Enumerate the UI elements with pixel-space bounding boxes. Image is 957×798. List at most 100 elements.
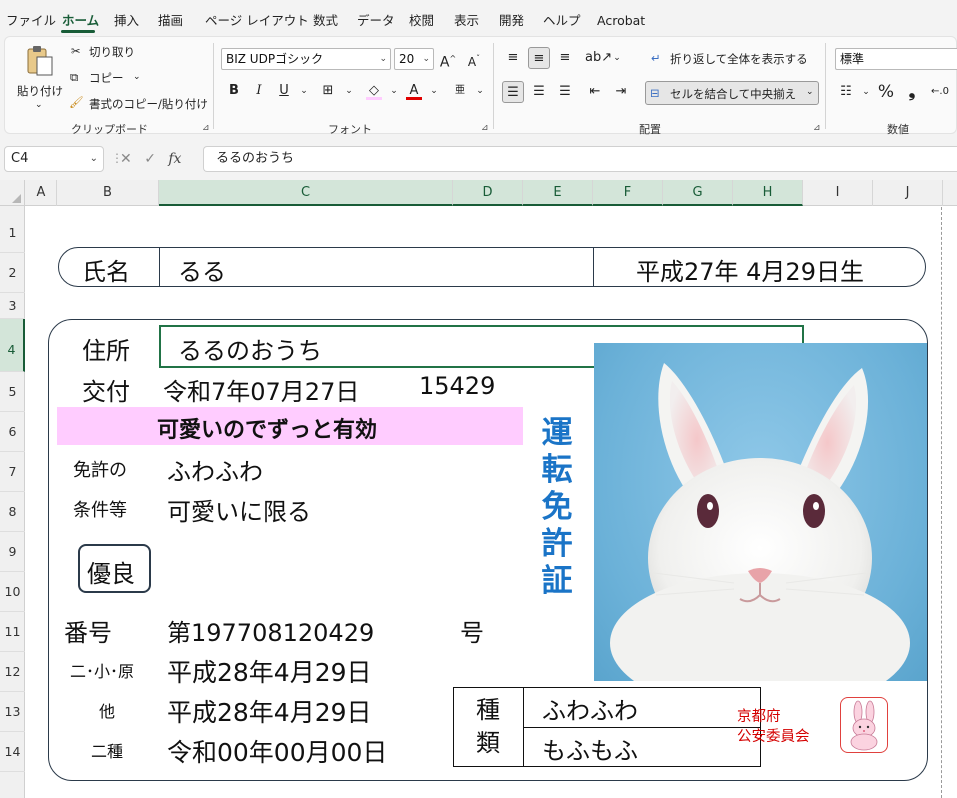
insert-function-button[interactable]: fx xyxy=(168,151,181,167)
menu-acrobat[interactable]: Acrobat xyxy=(597,12,645,30)
column-header-h[interactable]: H xyxy=(733,180,803,206)
font-size-select[interactable]: 20 ⌄ xyxy=(394,48,434,70)
address-value[interactable]: るるのおうち xyxy=(178,331,322,366)
issue-date[interactable]: 令和7年07月27日 xyxy=(163,372,359,407)
column-header-i[interactable]: I xyxy=(803,180,873,206)
row-header-13[interactable]: 13 xyxy=(0,692,25,732)
accounting-format-icon[interactable]: ☷ xyxy=(835,81,857,103)
chevron-down-icon[interactable]: ⌄ xyxy=(293,80,315,102)
borders-icon[interactable]: ⊞ xyxy=(317,80,339,102)
chevron-down-icon[interactable]: ⌄ xyxy=(383,80,405,102)
row-header-9[interactable]: 9 xyxy=(0,532,25,572)
increase-decimal-icon[interactable]: ←.0 xyxy=(929,81,951,103)
increase-indent-icon[interactable]: ⇥ xyxy=(610,81,632,103)
row-header-14[interactable]: 14 xyxy=(0,732,25,772)
kind-value-2[interactable]: もふもふ xyxy=(542,731,638,766)
menu-file[interactable]: ファイル xyxy=(6,12,56,30)
date-value-1[interactable]: 平成28年4月29日 xyxy=(167,653,372,689)
align-middle-icon[interactable]: ≡ xyxy=(528,47,550,69)
menu-draw[interactable]: 描画 xyxy=(158,12,183,30)
menu-data[interactable]: データ xyxy=(357,12,395,30)
date-value-2[interactable]: 平成28年4月29日 xyxy=(167,693,372,729)
number-format-select[interactable]: 標準 xyxy=(835,48,957,70)
orientation-icon[interactable]: ab↗ xyxy=(585,47,612,69)
menu-review[interactable]: 校閲 xyxy=(409,12,434,30)
column-header-e[interactable]: E xyxy=(523,180,593,206)
chevron-down-icon[interactable]: ⌄ xyxy=(338,80,360,102)
align-top-icon[interactable]: ≡ xyxy=(502,47,524,69)
format-painter-button[interactable]: 書式のコピー/貼り付け xyxy=(89,96,208,112)
align-right-icon[interactable]: ☰ xyxy=(554,81,576,103)
name-value[interactable]: るる xyxy=(178,252,226,287)
dialog-launcher-icon[interactable]: ⊿ xyxy=(813,123,821,133)
chevron-down-icon[interactable]: ⌄ xyxy=(855,81,877,103)
select-all-button[interactable] xyxy=(0,180,25,206)
menu-view[interactable]: 表示 xyxy=(454,12,479,30)
underline-button[interactable]: U xyxy=(273,80,295,102)
row-header-1[interactable]: 1 xyxy=(0,206,25,253)
grow-font-icon[interactable]: A^ xyxy=(437,48,459,71)
row-header-6[interactable]: 6 xyxy=(0,412,25,452)
font-color-icon[interactable]: A xyxy=(403,80,425,102)
chevron-down-icon[interactable]: ⌄ xyxy=(469,80,491,102)
chevron-down-icon[interactable]: ⌄ xyxy=(606,47,628,69)
font-name-select[interactable]: BIZ UDPゴシック ⌄ xyxy=(221,48,391,70)
row-header-8[interactable]: 8 xyxy=(0,492,25,532)
align-bottom-icon[interactable]: ≡ xyxy=(554,47,576,69)
validity-text[interactable]: 可愛いのでずっと有効 xyxy=(157,412,377,444)
paste-button[interactable]: 貼り付け ⌄ xyxy=(15,43,65,110)
cancel-icon[interactable]: ✕ xyxy=(120,151,132,167)
row-header-2[interactable]: 2 xyxy=(0,253,25,293)
wrap-text-button[interactable]: 折り返して全体を表示する xyxy=(670,51,808,67)
date-value-3[interactable]: 令和00年00月00日 xyxy=(167,733,387,769)
column-header-j[interactable]: J xyxy=(873,180,943,206)
bold-button[interactable]: B xyxy=(223,80,245,102)
row-header-12[interactable]: 12 xyxy=(0,652,25,692)
worksheet[interactable]: 氏名 るる 平成27年 4月29日生 住所 るるのおうち 交付 令和7年07月2… xyxy=(26,207,957,798)
column-header-f[interactable]: F xyxy=(593,180,663,206)
dialog-launcher-icon[interactable]: ⊿ xyxy=(481,123,489,133)
kind-value-1[interactable]: ふわふわ xyxy=(542,691,638,726)
copy-button[interactable]: コピー xyxy=(89,70,124,86)
column-header-d[interactable]: D xyxy=(453,180,523,206)
column-header-g[interactable]: G xyxy=(663,180,733,206)
license-number[interactable]: 第197708120429 xyxy=(167,613,374,648)
formula-input[interactable]: るるのおうち xyxy=(203,146,957,172)
row-header-5[interactable]: 5 xyxy=(0,372,25,412)
menu-insert[interactable]: 挿入 xyxy=(114,12,139,30)
row-header-4[interactable]: 4 xyxy=(0,319,25,372)
row-header-10[interactable]: 10 xyxy=(0,572,25,612)
cut-button[interactable]: 切り取り xyxy=(89,44,135,60)
issue-number[interactable]: 15429 xyxy=(419,372,495,400)
column-header-a[interactable]: A xyxy=(26,180,57,206)
menu-page-layout[interactable]: ページ レイアウト xyxy=(205,12,309,30)
menu-formulas[interactable]: 数式 xyxy=(313,12,338,30)
column-header-c[interactable]: C xyxy=(159,180,453,206)
decrease-indent-icon[interactable]: ⇤ xyxy=(584,81,606,103)
menu-help[interactable]: ヘルプ xyxy=(543,12,581,30)
condition-value-1[interactable]: ふわふわ xyxy=(167,452,263,487)
comma-style-button[interactable]: ❟ xyxy=(901,81,923,103)
shrink-font-icon[interactable]: Aˇ xyxy=(463,48,485,70)
row-header-7[interactable]: 7 xyxy=(0,452,25,492)
chevron-down-icon[interactable]: ⌄ xyxy=(133,69,141,85)
dialog-launcher-icon[interactable]: ⊿ xyxy=(202,123,210,133)
row-header-11[interactable]: 11 xyxy=(0,612,25,652)
merge-center-button[interactable]: ⊟ セルを結合して中央揃え ⌄ xyxy=(645,81,819,105)
chevron-down-icon[interactable]: ⌄ xyxy=(423,80,445,102)
menu-home[interactable]: ホーム xyxy=(62,12,99,30)
column-header-b[interactable]: B xyxy=(57,180,159,206)
name-box[interactable]: C4 ⌄ xyxy=(4,146,104,172)
menu-developer[interactable]: 開発 xyxy=(499,12,524,30)
birth-date[interactable]: 平成27年 4月29日生 xyxy=(636,252,864,287)
italic-button[interactable]: I xyxy=(248,80,270,102)
align-left-icon[interactable]: ☰ xyxy=(502,81,524,103)
row-header-3[interactable]: 3 xyxy=(0,293,25,319)
align-center-icon[interactable]: ☰ xyxy=(528,81,550,103)
condition-value-2[interactable]: 可愛いに限る xyxy=(167,492,311,527)
rabbit-photo[interactable] xyxy=(594,343,927,681)
phonetic-guide-icon[interactable]: 亜 xyxy=(449,80,471,102)
percent-style-button[interactable]: % xyxy=(875,81,897,103)
enter-icon[interactable]: ✓ xyxy=(144,151,156,167)
fill-color-icon[interactable]: ◇ xyxy=(363,80,385,102)
